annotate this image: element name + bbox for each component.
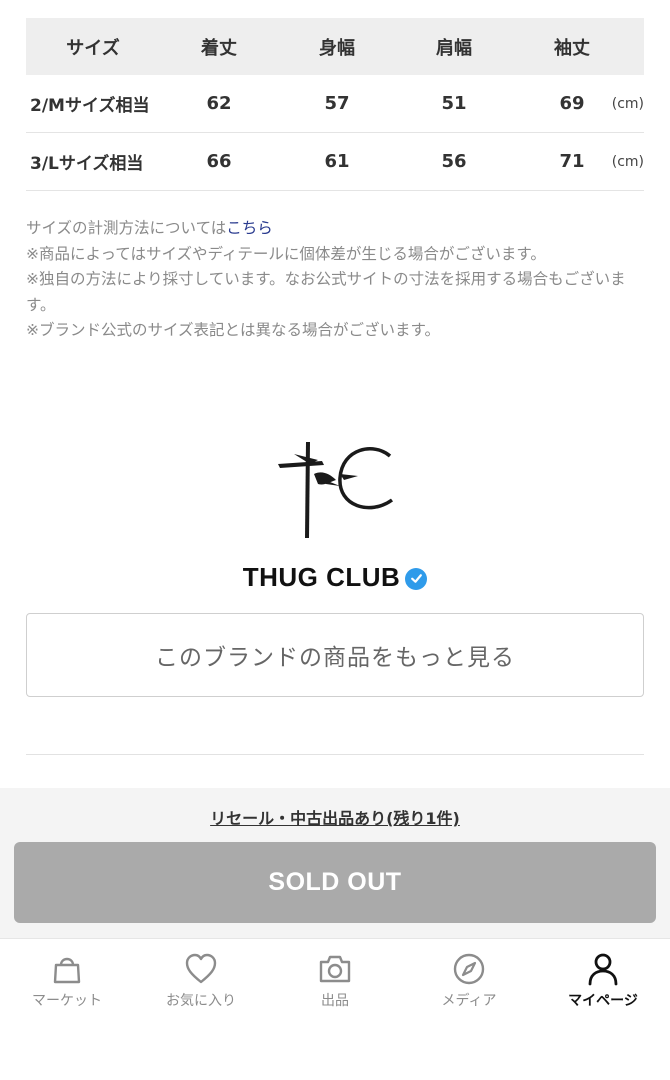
table-cell: 51 <box>441 93 467 114</box>
size-table: サイズ 着丈 身幅 肩幅 袖丈 2/Mサイズ相当 62 57 51 69 (cm… <box>26 18 644 191</box>
note-line: ※商品によってはサイズやディテールに個体差が生じる場合がございます。 <box>26 244 546 263</box>
tab-label: 出品 <box>321 993 349 1009</box>
person-icon <box>588 953 618 986</box>
divider <box>26 754 644 755</box>
note-line: ※ブランド公式のサイズ表記とは異なる場合がございます。 <box>26 321 440 339</box>
table-cell: 57 <box>324 93 350 114</box>
brand-name[interactable]: THUG CLUB <box>243 562 401 593</box>
size-label: 2/Mサイズ相当 <box>30 96 150 116</box>
table-row: 3/Lサイズ相当 66 61 56 71 (cm) <box>26 133 644 191</box>
unit-label: (cm) <box>611 153 644 170</box>
compass-icon <box>453 953 485 985</box>
resale-link[interactable]: リセール・中古出品あり(残り1件) <box>0 805 670 829</box>
tab-label: マーケット <box>32 993 102 1009</box>
tab-label: メディア <box>441 993 497 1009</box>
table-row: 2/Mサイズ相当 62 57 51 69 (cm) <box>26 75 644 133</box>
header-cell: サイズ <box>66 37 120 59</box>
measure-method-link[interactable]: こちら <box>226 219 273 237</box>
tab-media[interactable]: メディア <box>402 939 536 1019</box>
table-cell: 66 <box>206 151 232 172</box>
header-cell: 肩幅 <box>436 37 472 59</box>
bag-icon <box>53 957 81 984</box>
purchase-area: リセール・中古出品あり(残り1件) SOLD OUT <box>0 788 670 938</box>
brand-name-row[interactable]: THUG CLUB <box>0 562 670 593</box>
tab-mypage[interactable]: マイページ <box>536 939 670 1019</box>
brand-logo[interactable] <box>270 434 400 544</box>
tab-sell[interactable]: 出品 <box>268 939 402 1019</box>
size-table-header: サイズ 着丈 身幅 肩幅 袖丈 <box>26 18 644 75</box>
header-cell: 身幅 <box>319 37 355 59</box>
sold-out-button[interactable]: SOLD OUT <box>14 842 656 923</box>
size-label: 3/Lサイズ相当 <box>30 154 144 174</box>
tab-label: お気に入り <box>166 993 236 1009</box>
header-cell: 着丈 <box>201 37 237 59</box>
tab-market[interactable]: マーケット <box>0 939 134 1019</box>
measure-note: サイズの計測方法についてはこちら <box>26 216 646 242</box>
table-cell: 56 <box>441 151 467 172</box>
tab-bar: マーケット お気に入り 出品 メディア マイページ <box>0 938 670 1080</box>
brand-more-items-button[interactable]: このブランドの商品をもっと見る <box>26 613 644 697</box>
tab-favorites[interactable]: お気に入り <box>134 939 268 1019</box>
unit-label: (cm) <box>611 95 644 112</box>
measure-note-text: サイズの計測方法については <box>26 219 227 237</box>
table-cell: 61 <box>324 151 350 172</box>
note-line: ※独自の方法により採寸しています。なお公式サイトの寸法を採用する場合もございます… <box>26 270 626 314</box>
header-cell: 袖丈 <box>554 37 590 59</box>
check-badge-icon <box>405 567 428 590</box>
heart-icon <box>185 953 217 984</box>
tab-label: マイページ <box>568 993 638 1009</box>
table-cell: 62 <box>206 93 232 114</box>
size-notes: サイズの計測方法についてはこちら ※商品によってはサイズやディテールに個体差が生… <box>26 216 646 344</box>
camera-icon <box>319 955 351 983</box>
